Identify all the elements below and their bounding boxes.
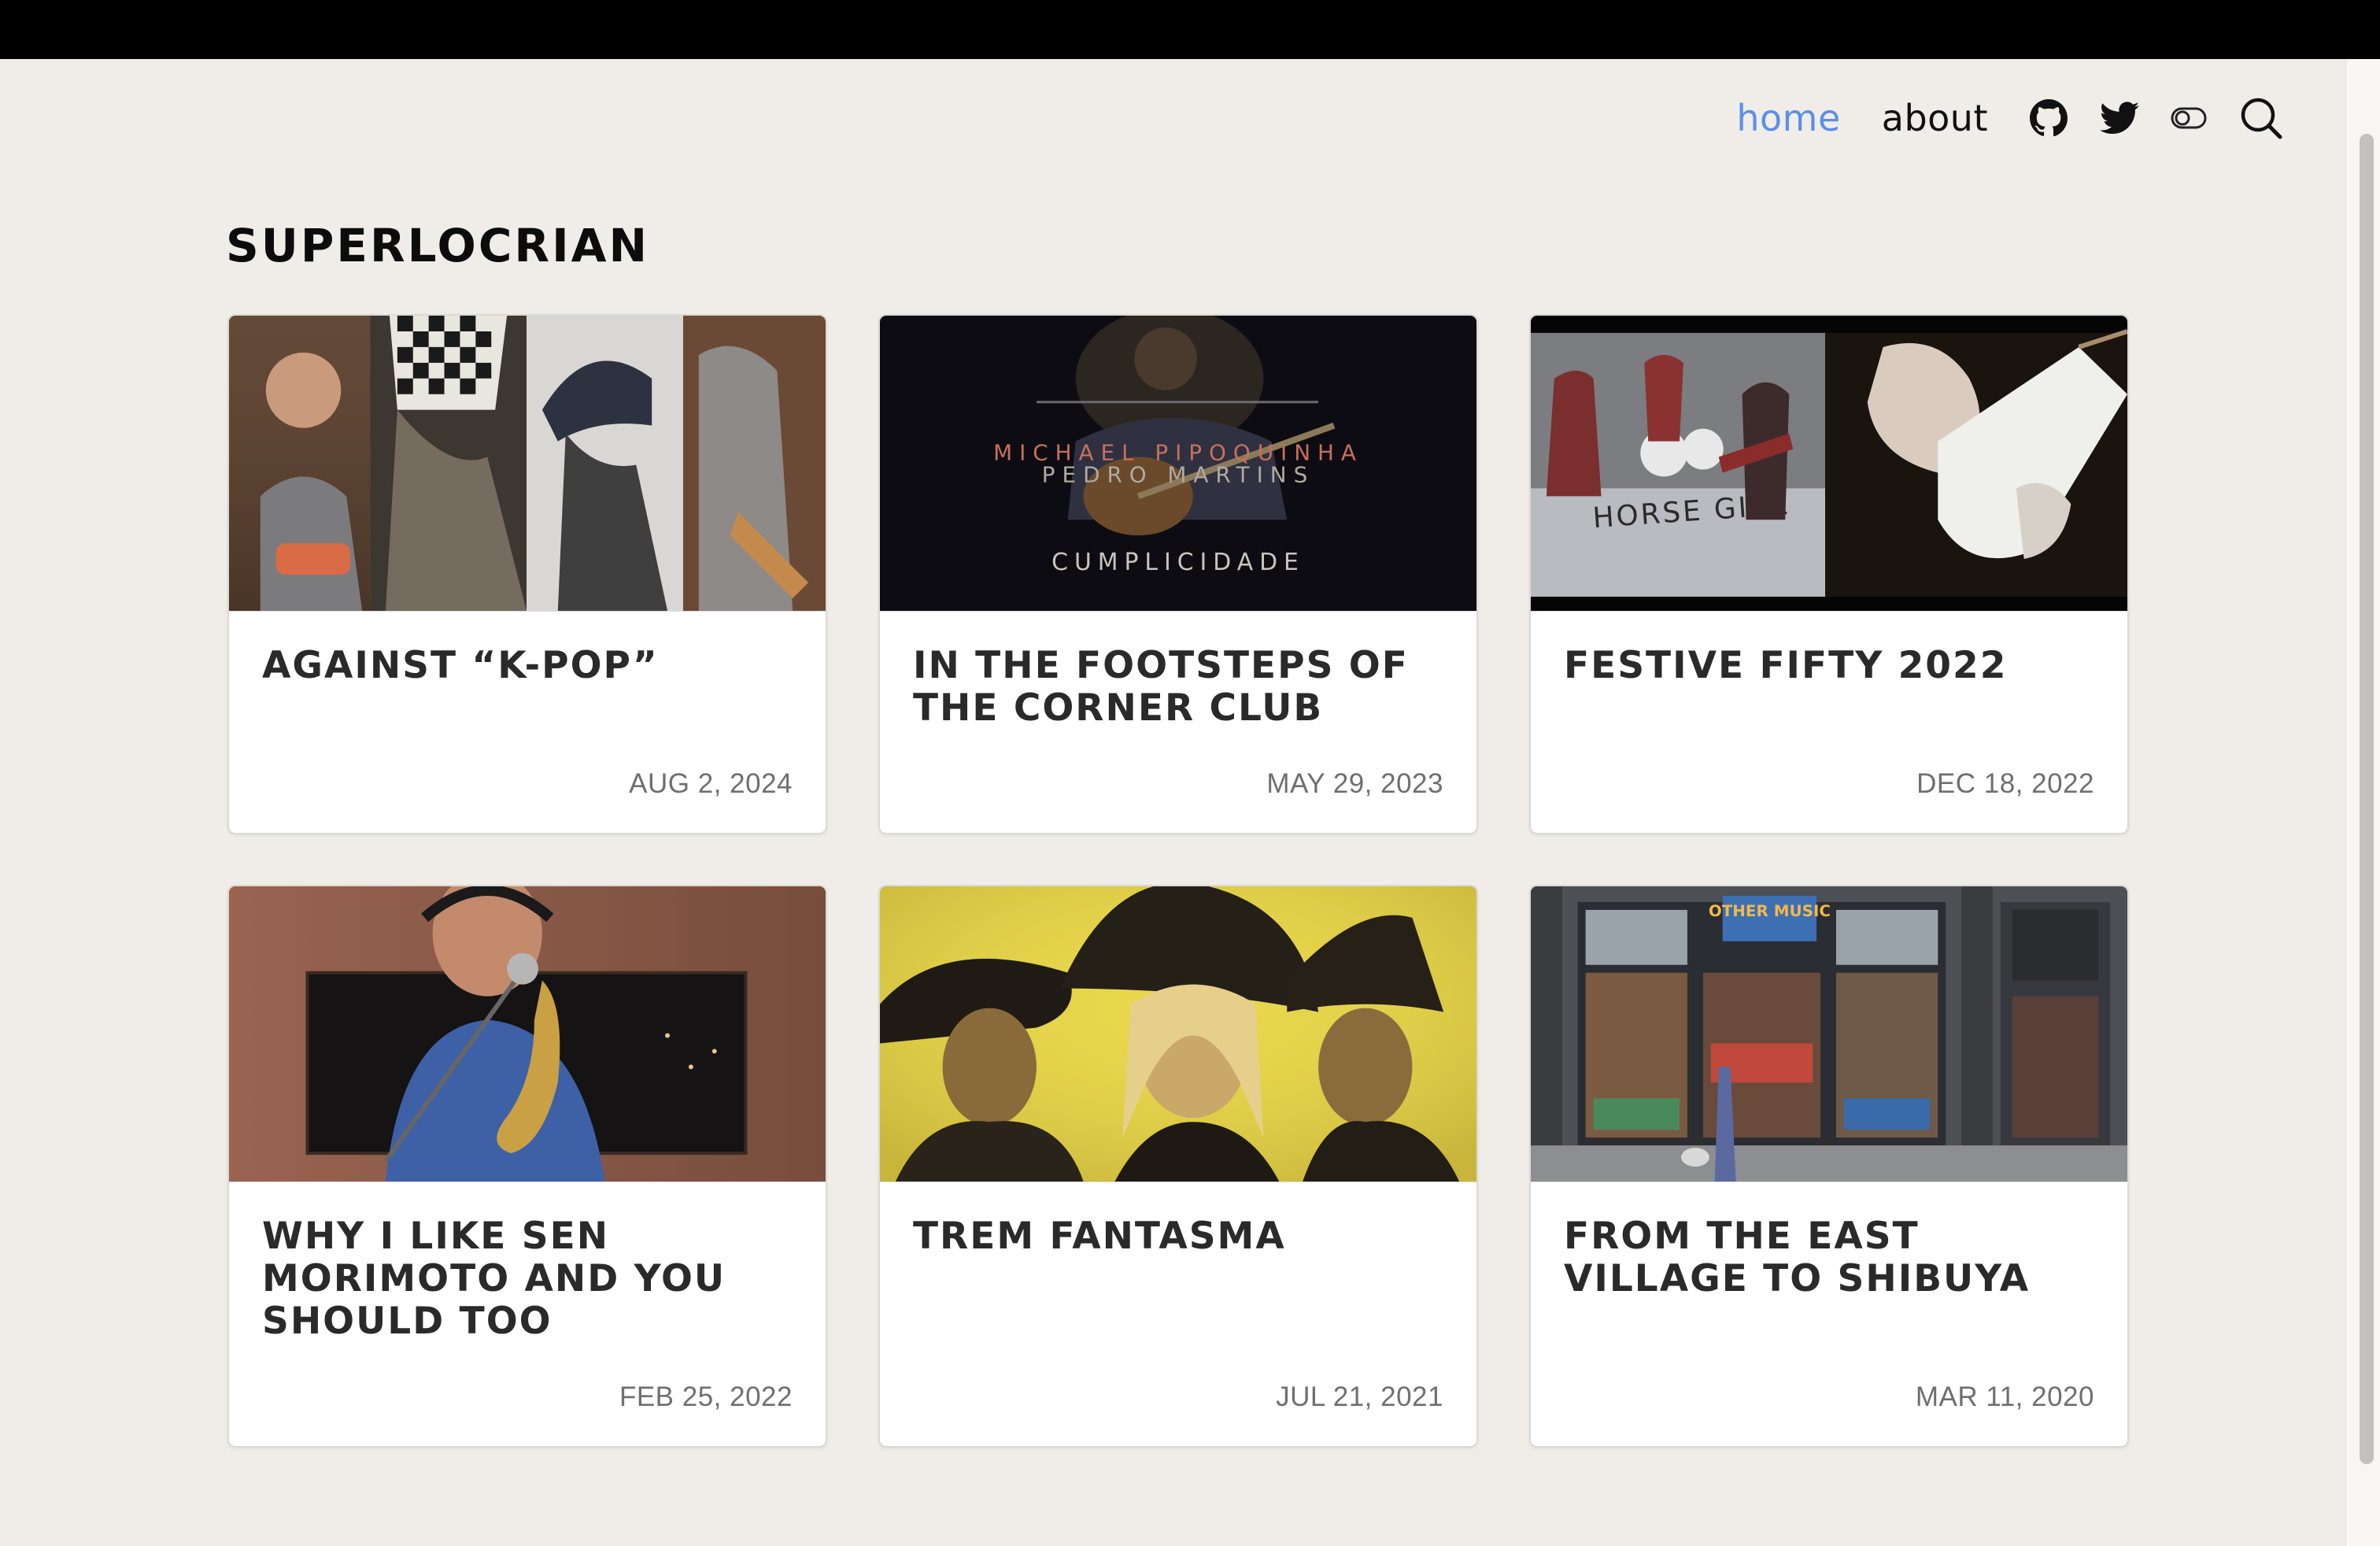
theme-toggle-icon[interactable]	[2171, 106, 2207, 130]
post-card-trem-fantasma[interactable]: TREM FANTASMA JUL 21, 2021	[878, 885, 1478, 1448]
github-icon[interactable]	[2029, 98, 2068, 138]
main-nav: home about	[1736, 87, 2284, 150]
post-card-east-village[interactable]: OTHER MUSIC FROM THE EAST VILLAGE TO SHI…	[1529, 885, 2129, 1448]
post-title[interactable]: AGAINST “K-POP”	[262, 645, 793, 687]
browser-top-bar	[0, 0, 2380, 59]
posts-grid: AGAINST “K-POP” AUG 2, 2024 MICHAEL PIPO…	[227, 314, 2129, 1448]
post-date: MAR 11, 2020	[1915, 1381, 2094, 1412]
post-thumbnail	[229, 316, 826, 612]
nav-about-link[interactable]: about	[1882, 97, 1988, 139]
post-title[interactable]: TREM FANTASMA	[913, 1215, 1443, 1258]
nav-home-link[interactable]: home	[1736, 97, 1840, 139]
post-thumbnail: HORSE GIRL	[1531, 316, 2127, 612]
image-sign-text: OTHER MUSIC	[1709, 902, 1831, 920]
post-title[interactable]: FESTIVE FIFTY 2022	[1564, 645, 2094, 687]
post-date: MAY 29, 2023	[1266, 768, 1443, 799]
post-card-sen-morimoto[interactable]: WHY I LIKE SEN MORIMOTO AND YOU SHOULD T…	[227, 885, 827, 1448]
site-title: SUPERLOCRIAN	[226, 219, 650, 272]
twitter-icon[interactable]	[2100, 101, 2139, 135]
post-thumbnail: MICHAEL PIPOQUINHA PEDRO MARTINS CUMPLIC…	[880, 316, 1476, 612]
post-date: AUG 2, 2024	[629, 768, 793, 799]
search-icon[interactable]	[2238, 95, 2284, 141]
post-card-festive-fifty[interactable]: HORSE GIRL FESTIVE FIFTY 2022 DEC 18, 20…	[1529, 314, 2129, 834]
post-thumbnail: OTHER MUSIC	[1531, 886, 2127, 1182]
post-date: JUL 21, 2021	[1276, 1381, 1443, 1412]
post-card-against-kpop[interactable]: AGAINST “K-POP” AUG 2, 2024	[227, 314, 827, 834]
post-date: DEC 18, 2022	[1916, 768, 2094, 799]
post-title[interactable]: IN THE FOOTSTEPS OF THE CORNER CLUB	[913, 645, 1443, 730]
post-title[interactable]: FROM THE EAST VILLAGE TO SHIBUYA	[1564, 1215, 2094, 1300]
post-thumbnail	[229, 886, 826, 1182]
post-card-corner-club[interactable]: MICHAEL PIPOQUINHA PEDRO MARTINS CUMPLIC…	[878, 314, 1478, 834]
post-date: FEB 25, 2022	[619, 1381, 793, 1412]
image-text-line2: PEDRO MARTINS	[1042, 461, 1314, 487]
scrollbar-thumb[interactable]	[2360, 134, 2374, 1464]
image-text-line3: CUMPLICIDADE	[1051, 549, 1305, 576]
post-thumbnail	[880, 886, 1476, 1182]
post-title[interactable]: WHY I LIKE SEN MORIMOTO AND YOU SHOULD T…	[262, 1215, 793, 1343]
